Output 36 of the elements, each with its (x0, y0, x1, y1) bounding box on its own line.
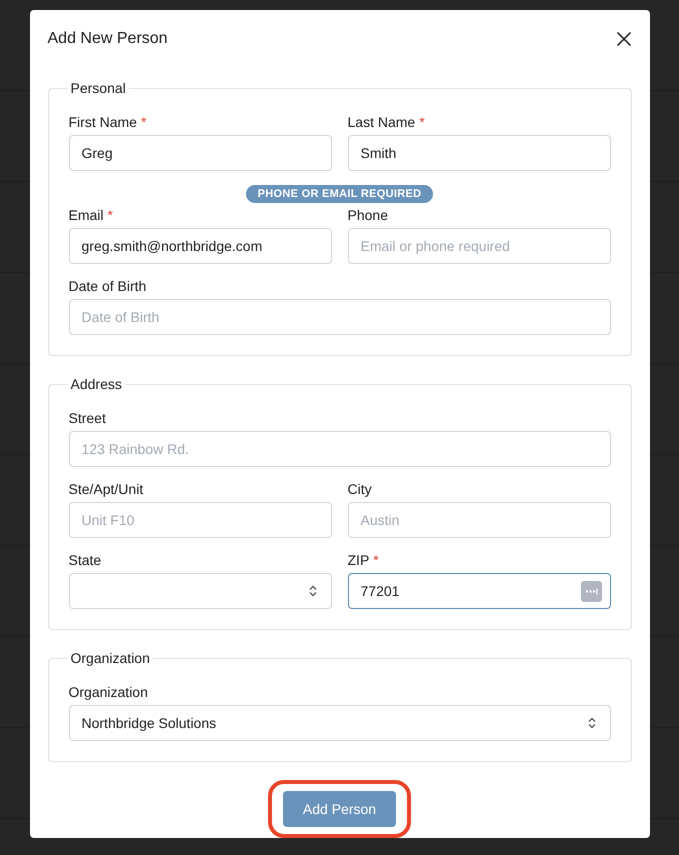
section-legend: Organization (68, 650, 153, 666)
text-field[interactable]: Date of Birth (68, 299, 610, 335)
text-field[interactable]: Unit F10 (68, 502, 332, 538)
field-label: Email (68, 207, 104, 223)
close-icon[interactable] (616, 32, 630, 46)
text-field[interactable]: Greg (68, 135, 332, 171)
add-person-button[interactable]: Add Person (283, 791, 396, 827)
text-field[interactable]: greg.smith@northbridge.com (68, 228, 332, 264)
field-label: Last Name (348, 114, 416, 130)
text-field[interactable]: 77201 (348, 573, 610, 609)
text-field[interactable]: 123 Rainbow Rd. (68, 431, 610, 467)
field-label: First Name (68, 114, 137, 130)
dialog-title: Add New Person (48, 30, 168, 48)
required-asterisk: * (373, 552, 379, 568)
field-label: Organization (68, 684, 148, 700)
select-field[interactable]: Northbridge Solutions (68, 705, 610, 741)
field-label: Phone (348, 207, 388, 223)
field-label: State (68, 552, 102, 568)
section-legend: Address (68, 376, 125, 392)
chevron-updown-icon (308, 585, 316, 597)
field-label: Date of Birth (68, 278, 146, 294)
required-asterisk: * (108, 207, 113, 223)
field-label: City (348, 481, 372, 497)
requirement-badge: PHONE OR EMAIL REQUIRED (246, 185, 434, 203)
text-field[interactable]: Email or phone required (348, 228, 610, 264)
field-label: ZIP (348, 552, 370, 568)
required-asterisk: * (419, 114, 425, 130)
text-field[interactable]: Austin (348, 502, 610, 538)
field-label: Ste/Apt/Unit (68, 481, 144, 497)
field-label: Street (68, 410, 106, 426)
text-field[interactable]: Smith (348, 135, 610, 171)
required-asterisk: * (140, 114, 146, 130)
section-legend: Personal (68, 80, 129, 96)
select-field[interactable] (68, 573, 332, 609)
chevron-updown-icon (588, 717, 596, 729)
autofill-icon[interactable] (580, 580, 602, 602)
